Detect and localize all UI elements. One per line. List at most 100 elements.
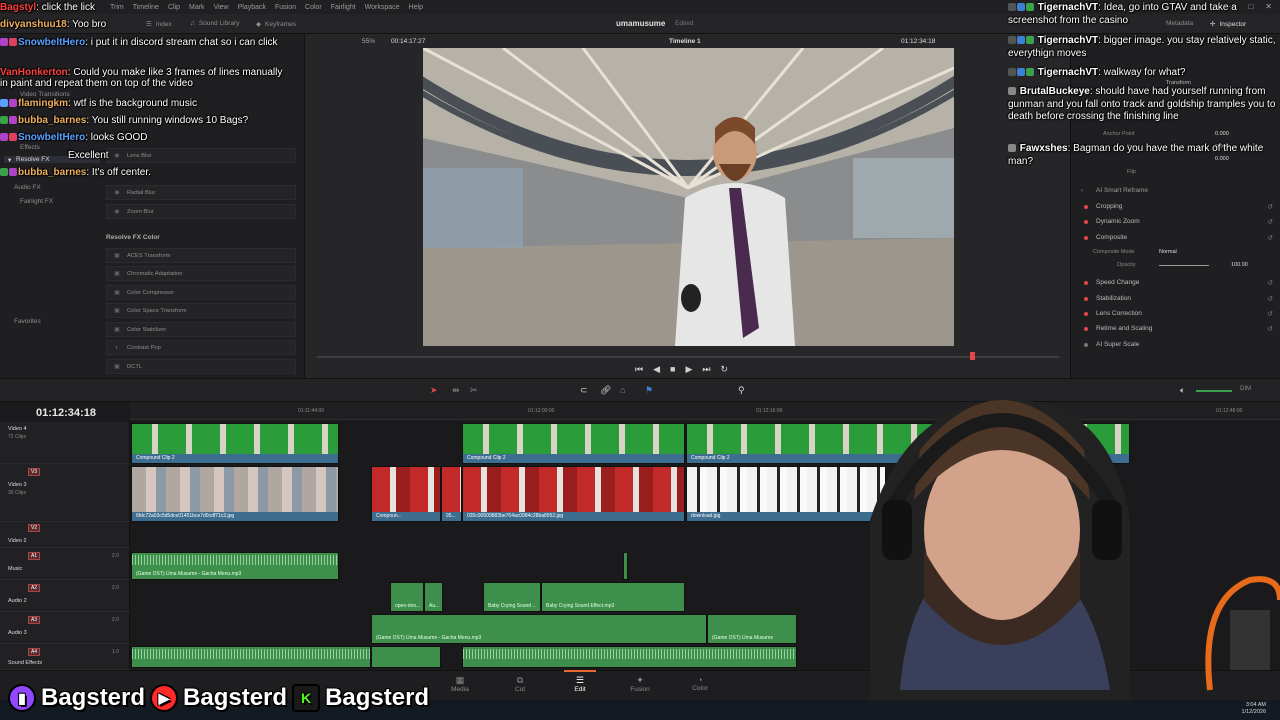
- composite-mode-select[interactable]: Normal: [1159, 249, 1177, 255]
- trim-tool-icon[interactable]: ⇹: [452, 385, 460, 396]
- effect-label: Color Stabilizer: [127, 326, 167, 333]
- snapping-icon[interactable]: ⊂: [580, 385, 588, 396]
- effect-dctl[interactable]: ▣ DCTL: [106, 359, 296, 374]
- go-to-start-icon[interactable]: ⏮: [635, 364, 643, 375]
- zoom-icon[interactable]: ⚲: [738, 385, 745, 396]
- category-audio-fx[interactable]: Audio FX: [14, 184, 41, 191]
- track-header-a4[interactable]: A4 Sound Effects 1.0: [0, 644, 130, 670]
- enabled-dot-icon[interactable]: [1084, 296, 1088, 301]
- section-ai-super-scale[interactable]: AI Super Scale: [1071, 337, 1280, 352]
- effect-chromatic-adaptation[interactable]: ▣ Chromatic Adaptation: [106, 266, 296, 281]
- audio-clip[interactable]: [462, 646, 797, 668]
- audio-clip[interactable]: [131, 646, 371, 668]
- enabled-dot-icon[interactable]: [1084, 219, 1088, 224]
- page-tab-edit[interactable]: ☰ Edit: [560, 670, 600, 693]
- menu-color[interactable]: Color: [305, 4, 322, 11]
- menu-help[interactable]: Help: [409, 4, 423, 11]
- enabled-dot-icon[interactable]: [1084, 311, 1088, 316]
- track-header-v3[interactable]: V3 Video 3 30 Clips: [0, 464, 130, 522]
- section-lens-correction[interactable]: Lens Correction ↺: [1071, 306, 1280, 321]
- effect-label: Contrast Pop: [127, 344, 161, 351]
- selection-tool-icon[interactable]: ➤: [430, 385, 438, 396]
- section-speed-change[interactable]: Speed Change ↺: [1071, 275, 1280, 290]
- viewer-scrubber[interactable]: [317, 352, 1059, 360]
- section-stabilization[interactable]: Stabilization ↺: [1071, 291, 1280, 306]
- link-icon[interactable]: 🔗︎: [600, 385, 611, 396]
- category-favorites[interactable]: Favorites: [14, 318, 41, 325]
- page-tab-media[interactable]: ▦ Media: [440, 675, 480, 693]
- timeline-clip[interactable]: Compound Clip 2: [462, 423, 685, 464]
- effect-contrast-pop[interactable]: ◐ Contrast Pop: [106, 340, 296, 355]
- flag-icon[interactable]: ⚑: [645, 385, 653, 396]
- timeline-clip[interactable]: 6fdc72a03c5d5dce01451bce7d0cdf71c3.jpg: [131, 466, 339, 522]
- track-header-v4[interactable]: Video 4 72 Clips: [0, 422, 130, 464]
- effect-zoom-blur[interactable]: ◉ Zoom Blur: [106, 204, 296, 219]
- audio-clip[interactable]: [623, 552, 628, 580]
- enabled-dot-icon[interactable]: [1084, 204, 1088, 209]
- system-clock[interactable]: 3:04 AM 1/12/2026: [1242, 702, 1266, 716]
- reset-icon[interactable]: ↺: [1267, 234, 1273, 242]
- track-header-a1[interactable]: A1 Music 2.0: [0, 548, 130, 580]
- section-composite[interactable]: Composite ↺: [1071, 230, 1280, 245]
- page-tab-cut[interactable]: ⧉ Cut: [500, 675, 540, 693]
- menu-fairlight[interactable]: Fairlight: [331, 4, 356, 11]
- track-header-a2[interactable]: A2 Audio 2 2.0: [0, 580, 130, 612]
- effect-color-space-transform[interactable]: ▣ Color Space Transform: [106, 303, 296, 318]
- timeline-clip[interactable]: Compoun...: [371, 466, 441, 522]
- play-icon[interactable]: ▶: [685, 364, 692, 375]
- opacity-value[interactable]: 100.00: [1231, 262, 1248, 268]
- track-header-a3[interactable]: A3 Audio 3 2.0: [0, 612, 130, 644]
- lock-icon[interactable]: ⌂: [620, 385, 625, 395]
- section-dynamic-zoom[interactable]: Dynamic Zoom ↺: [1071, 214, 1280, 229]
- timeline-clip[interactable]: Compound Clip 2: [131, 423, 339, 464]
- audio-clip[interactable]: (Game OST) Uma Musume: [707, 614, 797, 644]
- opacity-slider[interactable]: [1159, 265, 1209, 266]
- project-title: umamusume: [616, 19, 666, 28]
- menu-workspace[interactable]: Workspace: [365, 4, 400, 11]
- reset-icon[interactable]: ↺: [1267, 325, 1273, 333]
- go-to-end-icon[interactable]: ⏭: [702, 364, 710, 375]
- page-tab-color[interactable]: ◔ Color: [680, 675, 720, 692]
- section-ai-smart-reframe[interactable]: › AI Smart Reframe: [1071, 183, 1280, 198]
- viewer-zoom[interactable]: 55%: [362, 38, 375, 45]
- reset-icon[interactable]: ↺: [1267, 310, 1273, 318]
- reset-icon[interactable]: ↺: [1267, 203, 1273, 211]
- category-effects[interactable]: Effects: [20, 144, 40, 151]
- effect-color-compressor[interactable]: ▣ Color Compressor: [106, 285, 296, 300]
- enabled-dot-icon[interactable]: [1084, 280, 1088, 285]
- section-retime-scaling[interactable]: Retime and Scaling ↺: [1071, 321, 1280, 336]
- effect-radial-blur[interactable]: ◉ Radial Blur: [106, 185, 296, 200]
- anchor-x-value[interactable]: 0.000: [1215, 131, 1229, 137]
- waveform: [463, 649, 796, 659]
- brand-name-twitch: Bagsterd: [41, 684, 146, 711]
- audio-clip[interactable]: Au...: [424, 582, 443, 612]
- effect-color-stabilizer[interactable]: ▣ Color Stabilizer: [106, 322, 296, 337]
- page-tab-fusion[interactable]: ✦ Fusion: [620, 675, 660, 693]
- scrub-playhead[interactable]: [969, 352, 975, 360]
- audio-clip[interactable]: Baby Crying Sound ...: [483, 582, 541, 612]
- enabled-dot-icon[interactable]: [1084, 342, 1088, 347]
- play-reverse-icon[interactable]: ◀: [653, 364, 660, 375]
- audio-clip[interactable]: Baby Crying Sound Effect.mp3: [541, 582, 685, 612]
- timeline-name[interactable]: Timeline 1: [669, 38, 701, 45]
- track-id: A4: [28, 648, 40, 656]
- category-video-transitions[interactable]: Video Transitions: [20, 91, 70, 98]
- audio-clip[interactable]: (Game OST) Uma Musume - Gacha Menu.mp3: [131, 552, 339, 580]
- category-fairlight-fx[interactable]: Fairlight FX: [20, 198, 53, 205]
- reset-icon[interactable]: ↺: [1267, 279, 1273, 287]
- blade-tool-icon[interactable]: ✂: [470, 385, 478, 396]
- audio-clip[interactable]: open-doo...: [390, 582, 424, 612]
- timeline-clip[interactable]: 035c90509883be764ac0984c28ba8952.jpg: [462, 466, 685, 522]
- audio-clip[interactable]: (Game OST) Uma Musume - Gacha Menu.mp3: [371, 614, 707, 644]
- loop-icon[interactable]: ↻: [721, 364, 729, 375]
- effect-aces-transform[interactable]: ▣ ACES Transform: [106, 248, 296, 263]
- track-header-v2[interactable]: V2 Video 2: [0, 522, 130, 548]
- timeline-clip[interactable]: 95...: [441, 466, 462, 522]
- enabled-dot-icon[interactable]: [1084, 235, 1088, 240]
- reset-icon[interactable]: ↺: [1267, 218, 1273, 226]
- audio-clip[interactable]: [371, 646, 441, 668]
- reset-icon[interactable]: ↺: [1267, 295, 1273, 303]
- enabled-dot-icon[interactable]: [1084, 326, 1088, 331]
- section-cropping[interactable]: Cropping ↺: [1071, 199, 1280, 214]
- stop-icon[interactable]: ■: [670, 364, 675, 375]
